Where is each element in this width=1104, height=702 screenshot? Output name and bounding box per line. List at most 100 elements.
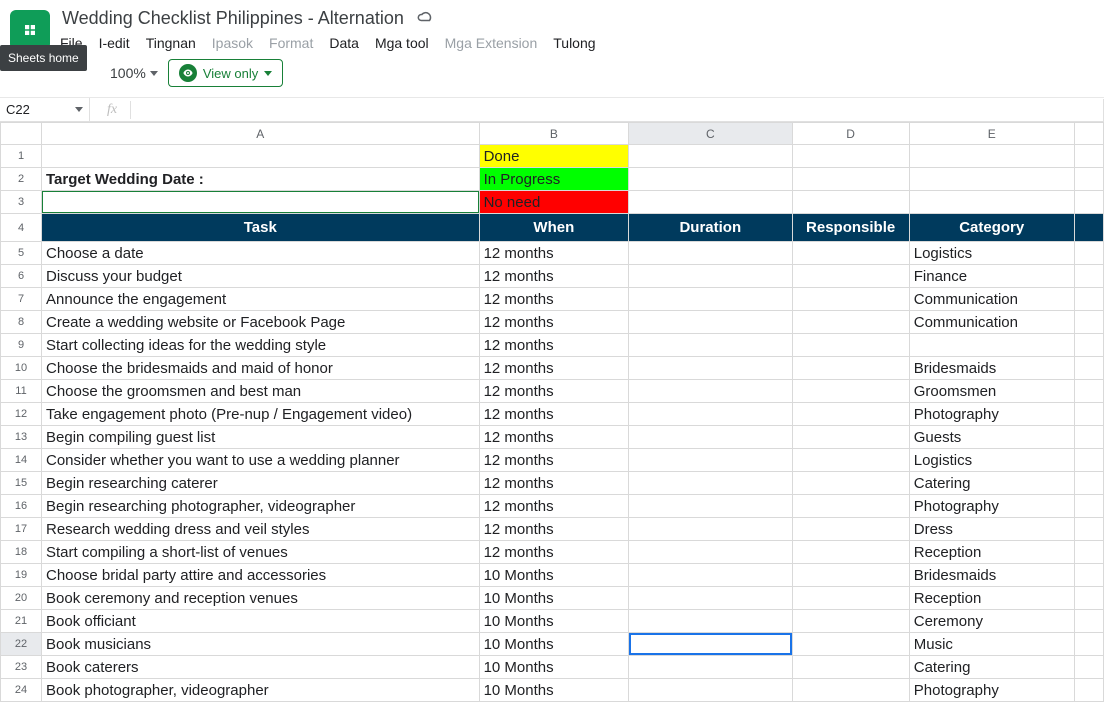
menu-insert[interactable]: Ipasok: [212, 35, 253, 51]
cell-when[interactable]: 10 Months: [479, 633, 629, 656]
menu-extensions[interactable]: Mga Extension: [445, 35, 538, 51]
cell-task[interactable]: Discuss your budget: [42, 265, 480, 288]
row-header[interactable]: 15: [1, 472, 42, 495]
cell-duration[interactable]: [629, 288, 792, 311]
cell-responsible[interactable]: [792, 265, 909, 288]
cell[interactable]: [1074, 334, 1103, 357]
cell-task[interactable]: Begin researching photographer, videogra…: [42, 495, 480, 518]
cell-responsible[interactable]: [792, 472, 909, 495]
cell-task[interactable]: Consider whether you want to use a weddi…: [42, 449, 480, 472]
menu-help[interactable]: Tulong: [553, 35, 595, 51]
cell[interactable]: [1074, 449, 1103, 472]
cell[interactable]: [1074, 403, 1103, 426]
cell[interactable]: [1074, 610, 1103, 633]
cell-task[interactable]: Choose bridal party attire and accessori…: [42, 564, 480, 587]
cell-responsible[interactable]: [792, 242, 909, 265]
cell-target-label[interactable]: Target Wedding Date :: [42, 168, 480, 191]
cell-responsible[interactable]: [792, 449, 909, 472]
cell-when[interactable]: 12 months: [479, 357, 629, 380]
row-header[interactable]: 5: [1, 242, 42, 265]
cell[interactable]: [42, 145, 480, 168]
cell-duration[interactable]: [629, 242, 792, 265]
cell-task[interactable]: Choose the groomsmen and best man: [42, 380, 480, 403]
cell[interactable]: [1074, 472, 1103, 495]
row-header[interactable]: 10: [1, 357, 42, 380]
row-header[interactable]: 3: [1, 191, 42, 214]
cell-responsible[interactable]: [792, 610, 909, 633]
menu-edit[interactable]: I-edit: [99, 35, 130, 51]
cell-duration[interactable]: [629, 564, 792, 587]
row-header[interactable]: 12: [1, 403, 42, 426]
cell-when[interactable]: 10 Months: [479, 679, 629, 702]
cell-category[interactable]: Bridesmaids: [909, 357, 1074, 380]
cell-category[interactable]: Dress: [909, 518, 1074, 541]
cell-category[interactable]: Reception: [909, 587, 1074, 610]
header-responsible[interactable]: Responsible: [792, 214, 909, 242]
cell-duration[interactable]: [629, 633, 792, 656]
row-header[interactable]: 19: [1, 564, 42, 587]
cell-category[interactable]: Communication: [909, 311, 1074, 334]
cell[interactable]: [1074, 311, 1103, 334]
cell-duration[interactable]: [629, 495, 792, 518]
cell-category[interactable]: [909, 334, 1074, 357]
cell-category[interactable]: Logistics: [909, 242, 1074, 265]
menu-format[interactable]: Format: [269, 35, 313, 51]
cell[interactable]: [1074, 633, 1103, 656]
cell[interactable]: [1074, 288, 1103, 311]
cell-when[interactable]: 12 months: [479, 495, 629, 518]
cell[interactable]: [1074, 587, 1103, 610]
header-duration[interactable]: Duration: [629, 214, 792, 242]
cell-duration[interactable]: [629, 656, 792, 679]
cell-category[interactable]: Catering: [909, 472, 1074, 495]
cell-duration[interactable]: [629, 472, 792, 495]
cell-task[interactable]: Create a wedding website or Facebook Pag…: [42, 311, 480, 334]
cell-duration[interactable]: [629, 449, 792, 472]
cell[interactable]: [1074, 265, 1103, 288]
cell-duration[interactable]: [629, 679, 792, 702]
cell[interactable]: [1074, 541, 1103, 564]
cell-responsible[interactable]: [792, 518, 909, 541]
col-header-extra[interactable]: [1074, 123, 1103, 145]
cell-when[interactable]: 10 Months: [479, 587, 629, 610]
cell-duration[interactable]: [629, 426, 792, 449]
row-header[interactable]: 2: [1, 168, 42, 191]
header-task[interactable]: Task: [42, 214, 480, 242]
cell-responsible[interactable]: [792, 357, 909, 380]
cell-duration[interactable]: [629, 403, 792, 426]
cell-category[interactable]: Photography: [909, 679, 1074, 702]
menu-tools[interactable]: Mga tool: [375, 35, 429, 51]
cell[interactable]: [909, 168, 1074, 191]
cell-when[interactable]: 12 months: [479, 426, 629, 449]
cell-when[interactable]: 12 months: [479, 472, 629, 495]
menu-data[interactable]: Data: [329, 35, 359, 51]
cell[interactable]: [1074, 145, 1103, 168]
row-header[interactable]: 11: [1, 380, 42, 403]
cell-when[interactable]: 12 months: [479, 242, 629, 265]
row-header[interactable]: 22: [1, 633, 42, 656]
cell[interactable]: [1074, 518, 1103, 541]
cell[interactable]: [909, 145, 1074, 168]
cell[interactable]: [1074, 564, 1103, 587]
cell-task[interactable]: Book officiant: [42, 610, 480, 633]
cell-when[interactable]: 12 months: [479, 288, 629, 311]
row-header[interactable]: 4: [1, 214, 42, 242]
cell-responsible[interactable]: [792, 334, 909, 357]
row-header[interactable]: 13: [1, 426, 42, 449]
header-when[interactable]: When: [479, 214, 629, 242]
cell[interactable]: [792, 191, 909, 214]
cell-category[interactable]: Catering: [909, 656, 1074, 679]
document-title[interactable]: Wedding Checklist Philippines - Alternat…: [60, 4, 406, 33]
cell-task[interactable]: Book musicians: [42, 633, 480, 656]
cell[interactable]: [792, 168, 909, 191]
cell-task[interactable]: Start collecting ideas for the wedding s…: [42, 334, 480, 357]
cell-category[interactable]: Photography: [909, 495, 1074, 518]
cell-duration[interactable]: [629, 357, 792, 380]
cell[interactable]: [629, 145, 792, 168]
cell-responsible[interactable]: [792, 380, 909, 403]
cell-status-done[interactable]: Done: [479, 145, 629, 168]
cell-when[interactable]: 12 months: [479, 449, 629, 472]
name-box[interactable]: C22: [0, 98, 90, 121]
cell-category[interactable]: Guests: [909, 426, 1074, 449]
cell-responsible[interactable]: [792, 311, 909, 334]
col-header-a[interactable]: A: [42, 123, 480, 145]
